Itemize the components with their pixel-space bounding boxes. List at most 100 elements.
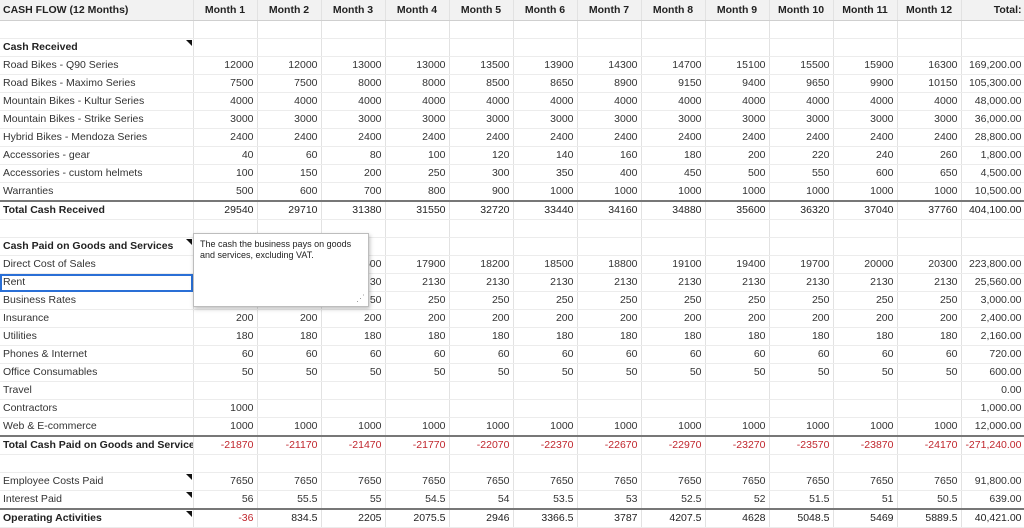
value-cell[interactable] [769, 381, 834, 400]
value-cell[interactable]: 2075.5 [385, 508, 450, 528]
row-total-cell[interactable]: 720.00 [961, 345, 1024, 364]
value-cell[interactable]: 200 [705, 146, 770, 165]
value-cell[interactable]: 600 [833, 164, 898, 183]
value-cell[interactable]: 550 [769, 164, 834, 183]
value-cell[interactable]: 250 [577, 291, 642, 310]
row-label-cell[interactable]: Rent [0, 273, 194, 292]
value-cell[interactable]: 250 [769, 291, 834, 310]
value-cell[interactable]: 3787 [577, 508, 642, 528]
value-cell[interactable]: 200 [897, 309, 962, 328]
value-cell[interactable]: 7650 [833, 472, 898, 491]
value-cell[interactable]: 250 [449, 291, 514, 310]
empty-cell[interactable] [705, 454, 770, 473]
value-cell[interactable]: 2400 [193, 128, 258, 147]
empty-cell[interactable] [961, 20, 1024, 39]
value-cell[interactable]: 52.5 [641, 490, 706, 510]
value-cell[interactable]: 250 [513, 291, 578, 310]
value-cell[interactable]: 2130 [385, 273, 450, 292]
value-cell[interactable]: 7500 [193, 74, 258, 93]
value-cell[interactable]: 51.5 [769, 490, 834, 510]
row-label-cell[interactable]: Hybrid Bikes - Mendoza Series [0, 128, 194, 147]
value-cell[interactable]: 16300 [897, 56, 962, 75]
value-cell[interactable]: 400 [577, 164, 642, 183]
value-cell[interactable]: -23870 [833, 435, 898, 455]
empty-cell[interactable] [257, 454, 322, 473]
row-total-cell[interactable]: 91,800.00 [961, 472, 1024, 491]
value-cell[interactable]: 2130 [449, 273, 514, 292]
value-cell[interactable]: 250 [705, 291, 770, 310]
value-cell[interactable]: 36320 [769, 200, 834, 220]
value-cell[interactable]: 37760 [897, 200, 962, 220]
value-cell[interactable]: 1000 [321, 417, 386, 437]
value-cell[interactable]: 900 [449, 182, 514, 202]
value-cell[interactable]: 250 [833, 291, 898, 310]
empty-cell[interactable] [897, 20, 962, 39]
empty-cell[interactable] [769, 20, 834, 39]
empty-cell[interactable] [513, 20, 578, 39]
empty-cell[interactable] [385, 454, 450, 473]
value-cell[interactable]: 53 [577, 490, 642, 510]
value-cell[interactable]: 7650 [513, 472, 578, 491]
value-cell[interactable]: 5889.5 [897, 508, 962, 528]
value-cell[interactable]: 3000 [193, 110, 258, 129]
resize-grip-icon[interactable]: ⋰ [356, 293, 365, 304]
value-cell[interactable]: 2130 [577, 273, 642, 292]
row-total-cell[interactable]: 1,800.00 [961, 146, 1024, 165]
value-cell[interactable]: 15900 [833, 56, 898, 75]
empty-cell[interactable] [513, 237, 578, 256]
value-cell[interactable]: 4000 [705, 92, 770, 111]
cell-comment-note[interactable]: The cash the business pays on goods and … [193, 233, 369, 307]
row-total-cell[interactable]: 25,560.00 [961, 273, 1024, 292]
sheet-title[interactable]: CASH FLOW (12 Months) [0, 0, 194, 21]
value-cell[interactable]: 50 [705, 363, 770, 382]
value-cell[interactable] [449, 399, 514, 418]
value-cell[interactable]: 7650 [385, 472, 450, 491]
value-cell[interactable]: 1000 [897, 417, 962, 437]
value-cell[interactable]: 4000 [769, 92, 834, 111]
value-cell[interactable]: 150 [257, 164, 322, 183]
row-total-cell[interactable]: 40,421.00 [961, 508, 1024, 528]
value-cell[interactable]: 13900 [513, 56, 578, 75]
value-cell[interactable]: 60 [257, 345, 322, 364]
empty-cell[interactable] [577, 454, 642, 473]
empty-cell[interactable] [577, 237, 642, 256]
value-cell[interactable] [513, 399, 578, 418]
value-cell[interactable]: 3000 [897, 110, 962, 129]
row-label-cell[interactable]: Accessories - custom helmets [0, 164, 194, 183]
value-cell[interactable]: 50.5 [897, 490, 962, 510]
value-cell[interactable]: 4000 [577, 92, 642, 111]
value-cell[interactable]: 200 [769, 309, 834, 328]
value-cell[interactable]: 34880 [641, 200, 706, 220]
row-label-cell[interactable]: Insurance [0, 309, 194, 328]
value-cell[interactable]: 1000 [833, 182, 898, 202]
empty-cell[interactable] [193, 454, 258, 473]
value-cell[interactable]: 200 [385, 309, 450, 328]
value-cell[interactable]: 1000 [833, 417, 898, 437]
row-total-cell[interactable]: 4,500.00 [961, 164, 1024, 183]
value-cell[interactable]: 180 [833, 327, 898, 346]
row-total-cell[interactable]: 10,500.00 [961, 182, 1024, 202]
value-cell[interactable]: 2130 [833, 273, 898, 292]
value-cell[interactable]: -23570 [769, 435, 834, 455]
row-label-cell[interactable]: Mountain Bikes - Strike Series [0, 110, 194, 129]
empty-cell[interactable] [833, 454, 898, 473]
row-label-cell[interactable]: Operating Activities [0, 508, 194, 528]
value-cell[interactable]: 14700 [641, 56, 706, 75]
empty-cell[interactable] [769, 237, 834, 256]
value-cell[interactable]: 1000 [385, 417, 450, 437]
value-cell[interactable]: -23270 [705, 435, 770, 455]
value-cell[interactable] [705, 381, 770, 400]
value-cell[interactable]: 200 [321, 309, 386, 328]
row-label-cell[interactable]: Business Rates [0, 291, 194, 310]
value-cell[interactable]: 500 [193, 182, 258, 202]
value-cell[interactable]: 7650 [449, 472, 514, 491]
value-cell[interactable]: 300 [449, 164, 514, 183]
value-cell[interactable]: 15100 [705, 56, 770, 75]
empty-cell[interactable] [769, 38, 834, 57]
value-cell[interactable]: 3000 [833, 110, 898, 129]
month-header-10[interactable]: Month 10 [769, 0, 834, 21]
value-cell[interactable]: 200 [193, 309, 258, 328]
value-cell[interactable]: 60 [449, 345, 514, 364]
value-cell[interactable]: 9150 [641, 74, 706, 93]
value-cell[interactable]: 3366.5 [513, 508, 578, 528]
